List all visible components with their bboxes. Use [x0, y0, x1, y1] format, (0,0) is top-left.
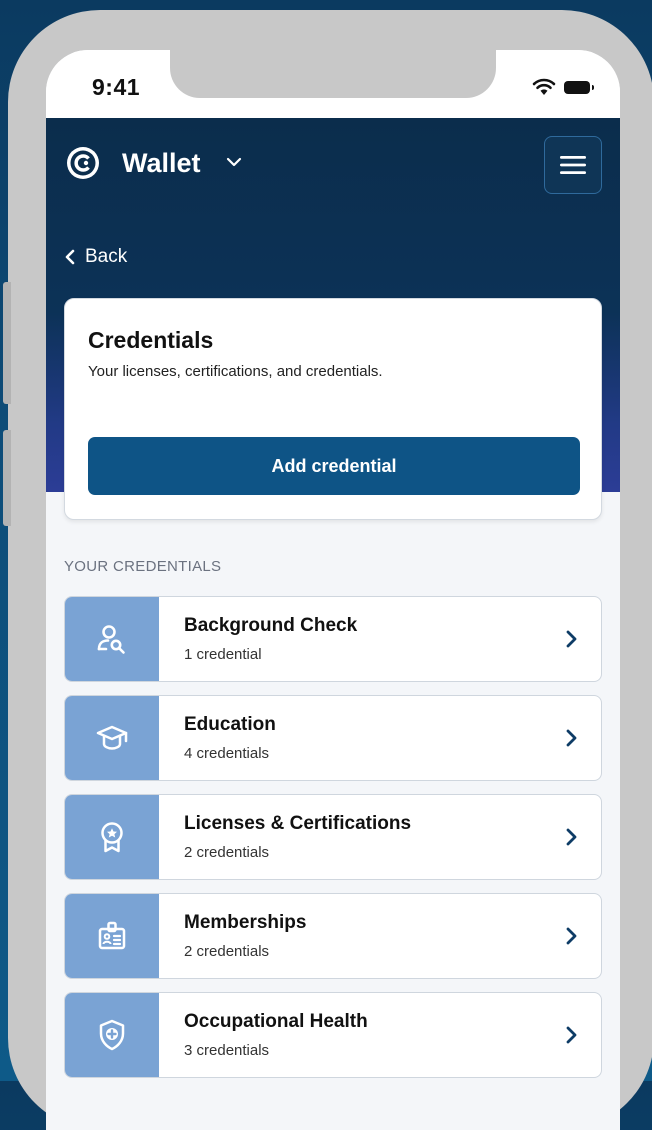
app-title[interactable]: Wallet — [122, 148, 201, 179]
list-item-background-check[interactable]: Background Check 1 credential — [64, 596, 602, 682]
card-subtitle: Your licenses, certifications, and crede… — [88, 363, 383, 380]
credential-name: Memberships — [184, 912, 307, 933]
app-header: Wallet — [46, 118, 620, 208]
hamburger-menu-icon — [560, 156, 586, 174]
list-item-memberships[interactable]: Memberships 2 credentials — [64, 893, 602, 979]
chevron-right-icon — [566, 927, 577, 945]
wallet-logo-icon — [67, 147, 99, 179]
shield-plus-icon — [99, 1019, 125, 1051]
credential-name: Occupational Health — [184, 1011, 368, 1032]
chevron-right-icon — [566, 828, 577, 846]
award-ribbon-icon — [101, 822, 123, 853]
credential-count: 1 credential — [184, 646, 262, 663]
back-label: Back — [85, 246, 128, 267]
status-time: 9:41 — [92, 74, 141, 100]
icon-tile — [65, 597, 159, 681]
credential-name: Background Check — [184, 615, 358, 636]
credential-count: 4 credentials — [184, 745, 270, 762]
phone-side-button — [3, 430, 11, 526]
icon-tile — [65, 795, 159, 879]
icon-tile — [65, 993, 159, 1077]
wifi-icon — [532, 78, 556, 95]
person-search-icon — [97, 625, 125, 654]
card-title: Credentials — [88, 327, 214, 353]
credentials-card: Credentials Your licenses, certification… — [64, 298, 602, 520]
id-badge-icon — [98, 921, 126, 950]
chevron-right-icon — [566, 729, 577, 747]
chevron-down-icon[interactable] — [226, 156, 242, 168]
section-label: YOUR CREDENTIALS — [64, 558, 222, 575]
credential-name: Licenses & Certifications — [184, 813, 412, 834]
chevron-left-icon — [65, 249, 75, 265]
icon-tile — [65, 696, 159, 780]
list-item-occupational-health[interactable]: Occupational Health 3 credentials — [64, 992, 602, 1078]
icon-tile — [65, 894, 159, 978]
battery-icon — [564, 80, 594, 94]
list-item-education[interactable]: Education 4 credentials — [64, 695, 602, 781]
credential-name: Education — [184, 714, 276, 735]
back-link[interactable]: Back — [64, 246, 127, 268]
chevron-right-icon — [566, 1026, 577, 1044]
chevron-right-icon — [566, 630, 577, 648]
phone-screen: 9:41 Wallet Back Credentials Your licens… — [46, 50, 620, 1130]
menu-button[interactable] — [544, 136, 602, 194]
graduation-cap-icon — [96, 725, 128, 750]
credential-count: 2 credentials — [184, 943, 270, 960]
phone-side-button — [3, 282, 11, 404]
add-credential-button[interactable]: Add credential — [88, 437, 580, 495]
credential-count: 2 credentials — [184, 844, 270, 861]
phone-notch — [170, 50, 496, 98]
credential-count: 3 credentials — [184, 1042, 270, 1059]
status-icons — [532, 78, 594, 96]
status-bar: 9:41 — [46, 50, 620, 118]
list-item-licenses-certifications[interactable]: Licenses & Certifications 2 credentials — [64, 794, 602, 880]
